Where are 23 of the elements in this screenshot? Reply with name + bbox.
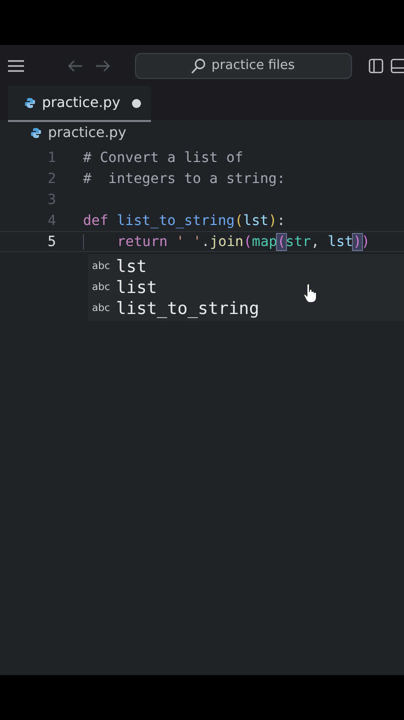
line-number: 5 [46, 234, 56, 250]
python-file-icon [24, 97, 36, 109]
hand-cursor-icon [303, 283, 317, 303]
code-line: # integers to a string: [83, 170, 286, 186]
suggestion-kind: abc [92, 261, 110, 272]
line-number: 1 [46, 150, 56, 166]
search-input[interactable]: practice files [210, 57, 298, 74]
suggestion-item[interactable]: list_to_string [116, 298, 260, 318]
suggestion-item[interactable]: list [116, 278, 157, 298]
suggestion-kind: abc [92, 282, 110, 293]
code-line: # Convert a list of [83, 150, 244, 166]
suggestion-kind: abc [92, 303, 110, 314]
editor-tab[interactable]: practice.py [8, 86, 152, 122]
search-field[interactable]: practice files [134, 52, 352, 78]
code-line: def list_to_string(lst): [83, 212, 286, 228]
suggestion-item[interactable]: lst [116, 256, 147, 276]
search-icon [190, 58, 206, 74]
line-number: 2 [46, 170, 56, 186]
line-number: 4 [46, 212, 56, 228]
line-number: 3 [46, 192, 56, 208]
python-file-icon [30, 126, 42, 138]
code-line: return ' '.join(map(str, lst)) [83, 234, 370, 250]
breadcrumb[interactable]: practice.py [48, 124, 126, 140]
